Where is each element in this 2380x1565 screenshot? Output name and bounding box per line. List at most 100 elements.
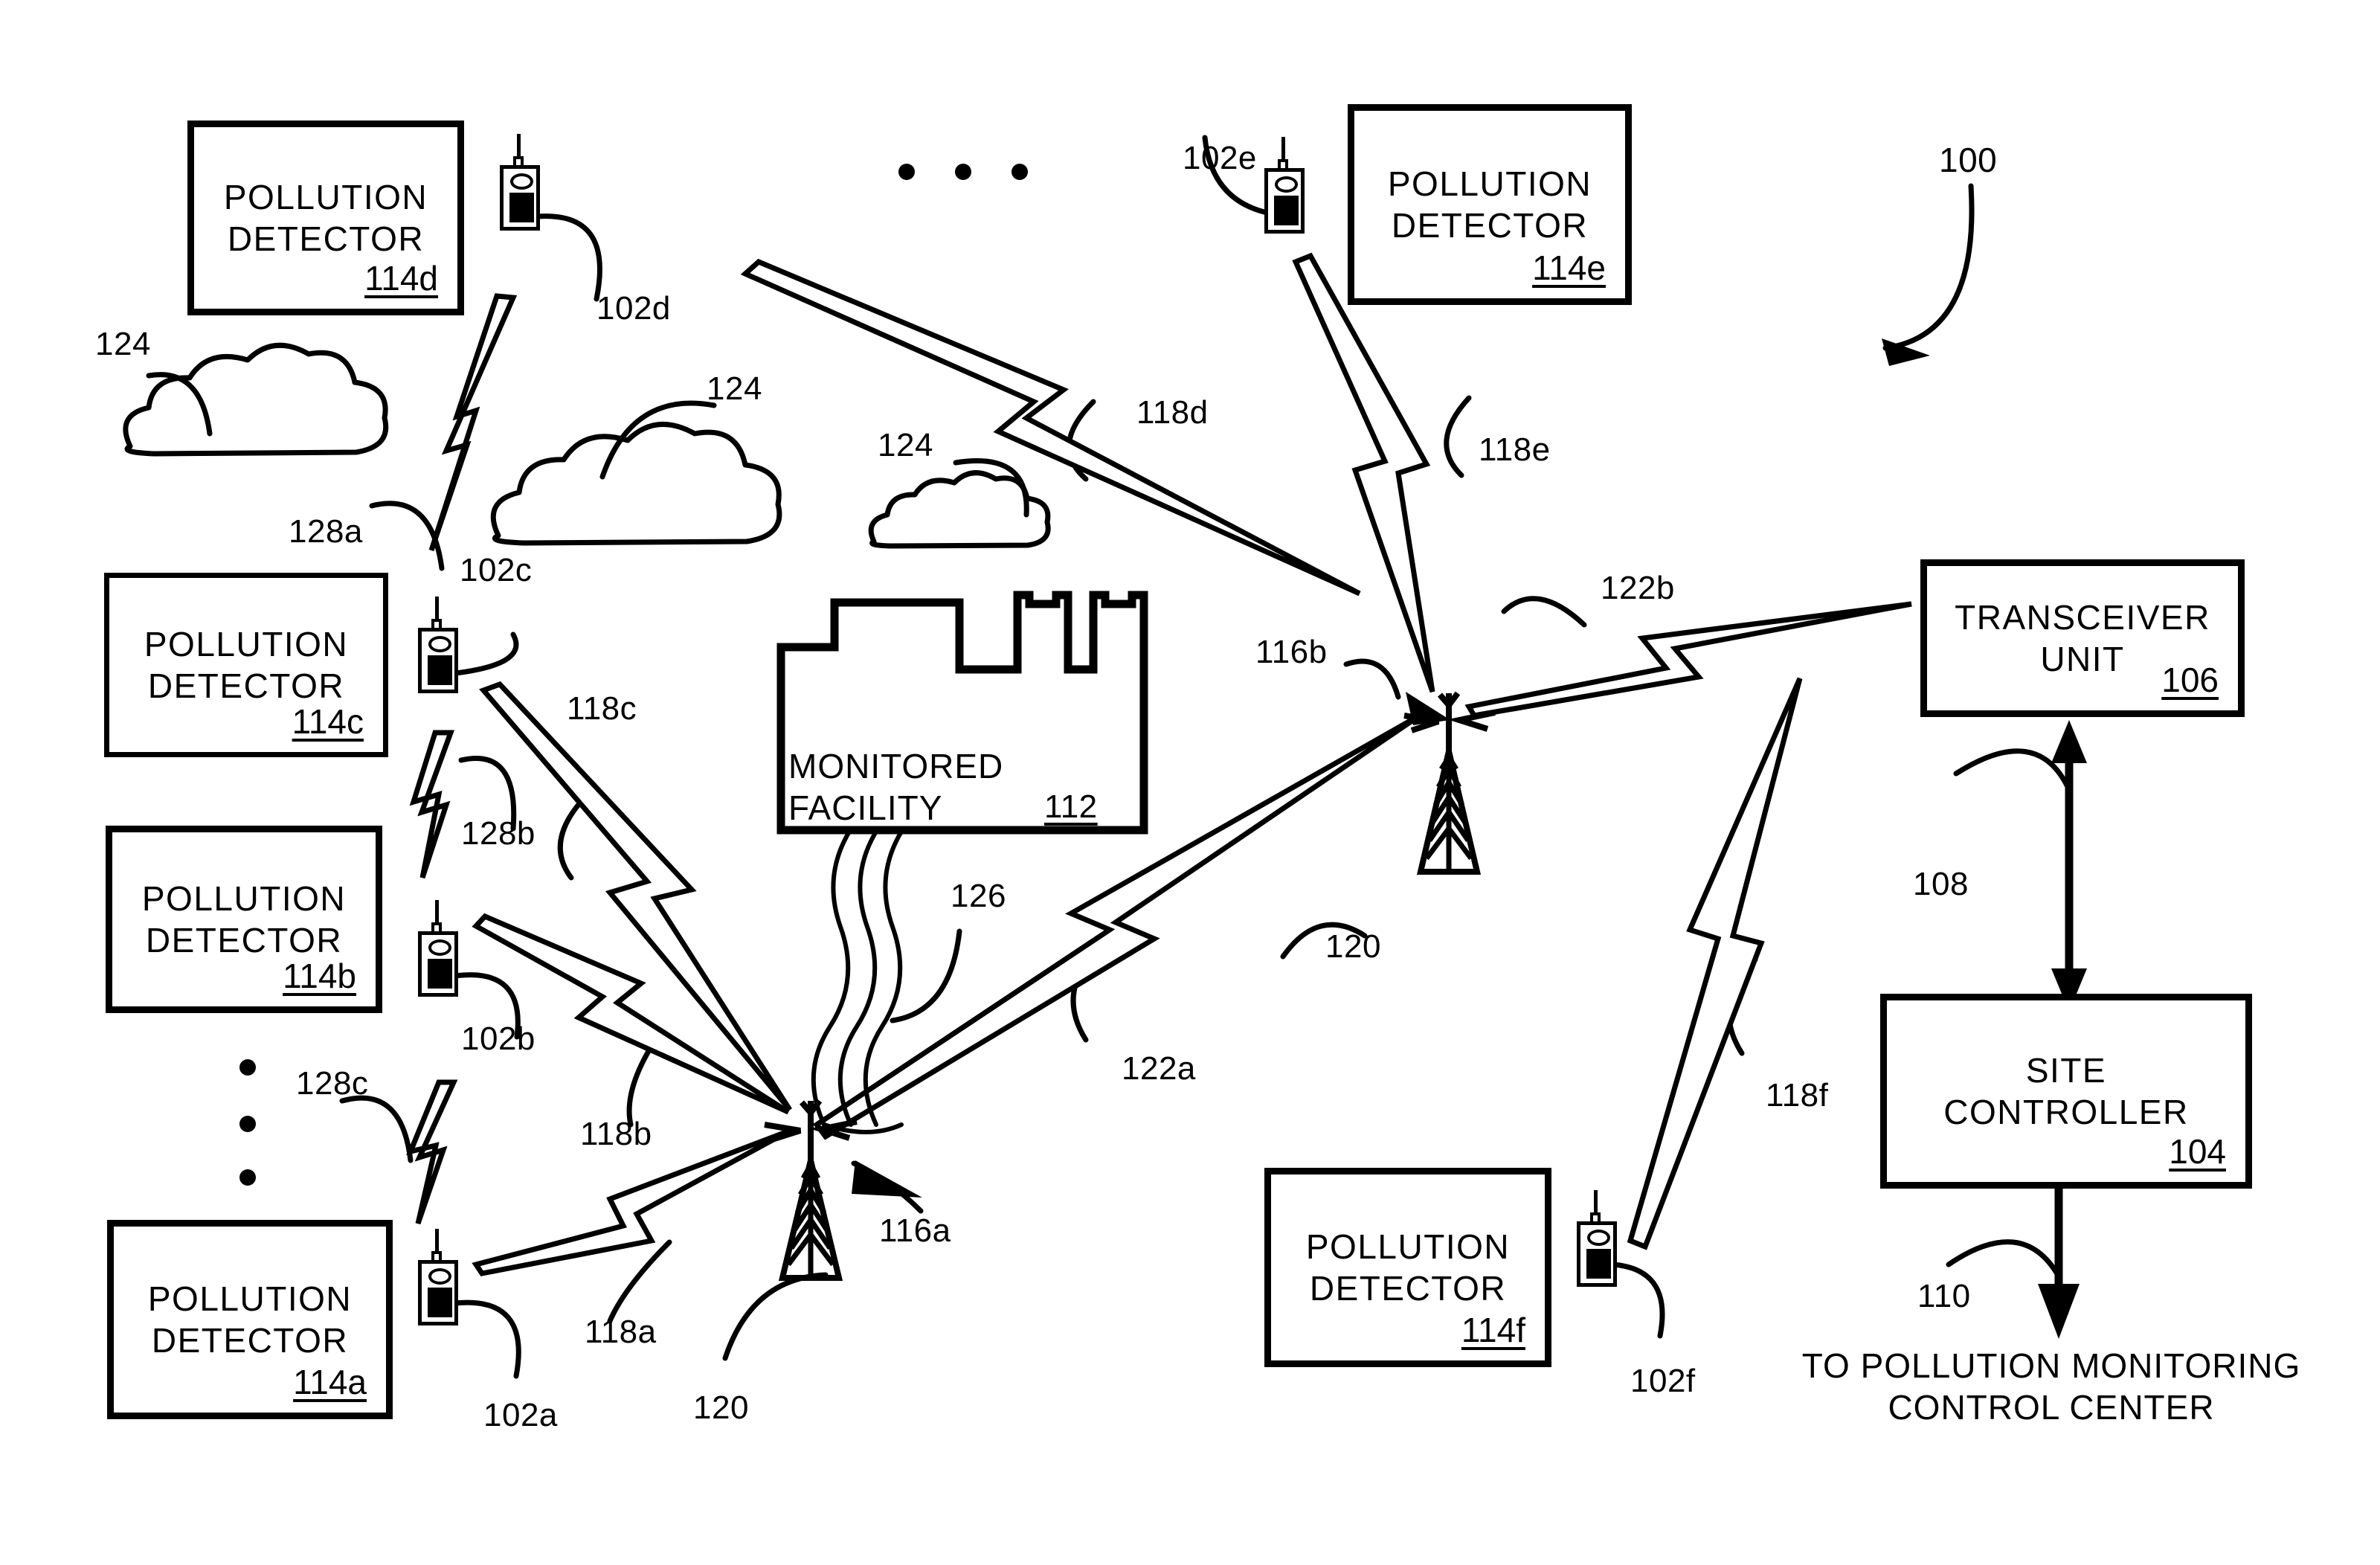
link-108-arrow — [2051, 720, 2087, 1012]
transmitter-body — [1264, 168, 1305, 234]
detector-ref: 114d — [364, 259, 438, 298]
transmitter-body — [500, 165, 540, 231]
link-ref-128c: 128c — [296, 1065, 369, 1102]
leader-118a — [607, 1239, 672, 1324]
detector-ref: 114c — [292, 702, 364, 741]
keypad-icon — [509, 193, 534, 222]
link-ref-128a: 128a — [289, 513, 363, 550]
transmitter-unit-102c[interactable] — [418, 597, 458, 693]
link-ref-108: 108 — [1913, 866, 1969, 902]
tower-116a — [764, 1099, 858, 1281]
speaker-icon — [428, 636, 451, 652]
keypad-icon — [428, 1288, 452, 1317]
transmitter-unit-102e[interactable] — [1264, 137, 1305, 234]
transmitter-unit-102f[interactable] — [1577, 1190, 1617, 1287]
transmitter-ref-102e: 102e — [1183, 140, 1257, 176]
control-center-caption: TO POLLUTION MONITORING CONTROL CENTER — [1801, 1346, 2301, 1427]
ellipsis-dot-vertical-2 — [239, 1116, 256, 1132]
speaker-icon — [1275, 176, 1298, 193]
cloud-ref-124c: 124 — [878, 427, 933, 463]
antenna-ref-116b: 116b — [1255, 634, 1328, 670]
transmitter-body — [418, 1260, 458, 1325]
pollution-detector-box-114c[interactable]: POLLUTION DETECTOR 114c — [104, 573, 388, 757]
monitored-facility-ref: 112 — [1044, 788, 1098, 825]
leader-102c — [452, 632, 519, 676]
transmitter-unit-102a[interactable] — [418, 1229, 458, 1325]
leader-118e — [1444, 395, 1472, 478]
leader-100 — [1882, 183, 1975, 351]
ellipsis-dot-vertical-3 — [239, 1169, 256, 1186]
detector-ref: 114f — [1461, 1311, 1525, 1349]
ellipsis-dot-horizontal-2 — [955, 164, 971, 180]
detector-label: POLLUTION DETECTOR — [223, 177, 428, 258]
transmitter-ref-102b: 102b — [461, 1021, 536, 1057]
link-110-arrow — [2038, 1187, 2080, 1339]
link-ref-118a: 118a — [585, 1314, 657, 1350]
transmitter-ref-102a: 102a — [483, 1397, 558, 1433]
leader-126 — [890, 928, 962, 1023]
pollution-detector-box-114d[interactable]: POLLUTION DETECTOR 114d — [187, 120, 464, 315]
link-ref-110: 110 — [1917, 1278, 1971, 1314]
leader-122b — [1501, 596, 1587, 628]
bolt-122b — [1464, 601, 1912, 719]
link-ref-128b: 128b — [461, 815, 536, 852]
transceiver-ref: 106 — [2161, 661, 2219, 699]
leader-102d — [527, 213, 602, 302]
leader-118b — [626, 1038, 657, 1128]
bolt-118d — [740, 258, 1361, 597]
detector-label: POLLUTION DETECTOR — [1305, 1227, 1511, 1308]
cloud-ref-124b: 124 — [707, 370, 762, 407]
arrowhead-116a — [852, 1160, 922, 1198]
detector-ref: 114a — [293, 1363, 367, 1401]
pollution-detector-box-114a[interactable]: POLLUTION DETECTOR 114a — [107, 1220, 393, 1419]
detector-label: POLLUTION DETECTOR — [144, 624, 349, 705]
leader-116b — [1343, 658, 1401, 700]
cloud-shape-1 — [123, 342, 389, 457]
pollution-detector-box-114b[interactable]: POLLUTION DETECTOR 114b — [106, 826, 382, 1013]
transmitter-body — [1577, 1221, 1617, 1287]
speaker-icon — [428, 1268, 451, 1285]
leader-128c — [339, 1095, 414, 1163]
cloud-shape-2 — [490, 421, 782, 546]
transmitter-unit-102d[interactable] — [500, 134, 540, 231]
detector-ref: 114e — [1532, 248, 1606, 287]
link-ref-118b: 118b — [580, 1116, 652, 1152]
transmitter-ref-102d: 102d — [596, 290, 671, 327]
site-controller-box[interactable]: SITE CONTROLLER 104 — [1880, 994, 2252, 1189]
leader-120a — [722, 1272, 829, 1361]
bolt-128a — [428, 293, 518, 552]
leader-128a — [369, 501, 445, 571]
bolt-128b — [409, 730, 455, 879]
link-ref-122b: 122b — [1601, 570, 1675, 606]
speaker-icon — [1587, 1230, 1610, 1246]
link-ref-122a: 122a — [1122, 1050, 1196, 1087]
speaker-icon — [510, 173, 533, 190]
pollution-detector-box-114e[interactable]: POLLUTION DETECTOR 114e — [1348, 104, 1632, 305]
leader-110 — [1946, 1239, 2062, 1279]
leader-102a — [452, 1299, 521, 1379]
detector-label: POLLUTION DETECTOR — [1387, 164, 1592, 245]
keypad-icon — [1274, 196, 1299, 225]
link-ref-118d: 118d — [1136, 394, 1209, 431]
transmitter-ref-102c: 102c — [460, 552, 533, 588]
antenna-ref-116a: 116a — [879, 1212, 951, 1249]
patent-figure-canvas: POLLUTION DETECTOR 114d POLLUTION DETECT… — [0, 0, 2380, 1565]
tower-ref-120a: 120 — [693, 1389, 749, 1426]
bolt-118e — [1292, 252, 1435, 693]
bolt-118f — [1627, 677, 1803, 1250]
site-controller-label: SITE CONTROLLER — [1943, 1050, 2189, 1131]
link-ref-118e: 118e — [1479, 431, 1551, 468]
link-ref-118f: 118f — [1766, 1077, 1829, 1114]
tower-116b — [1403, 691, 1496, 875]
tower-ref-120b: 120 — [1325, 928, 1381, 965]
detector-label: POLLUTION DETECTOR — [141, 878, 347, 960]
leader-cloud-124b — [599, 400, 717, 480]
detector-label: POLLUTION DETECTOR — [147, 1279, 353, 1360]
pollution-detector-box-114f[interactable]: POLLUTION DETECTOR 114f — [1264, 1168, 1551, 1367]
detector-ref: 114b — [283, 957, 356, 995]
transmitter-body — [418, 628, 458, 693]
plume-ref-126: 126 — [951, 878, 1006, 914]
transmitter-ref-102f: 102f — [1630, 1363, 1696, 1399]
transceiver-unit-box[interactable]: TRANSCEIVER UNIT 106 — [1920, 559, 2245, 717]
transmitter-unit-102b[interactable] — [418, 900, 458, 997]
